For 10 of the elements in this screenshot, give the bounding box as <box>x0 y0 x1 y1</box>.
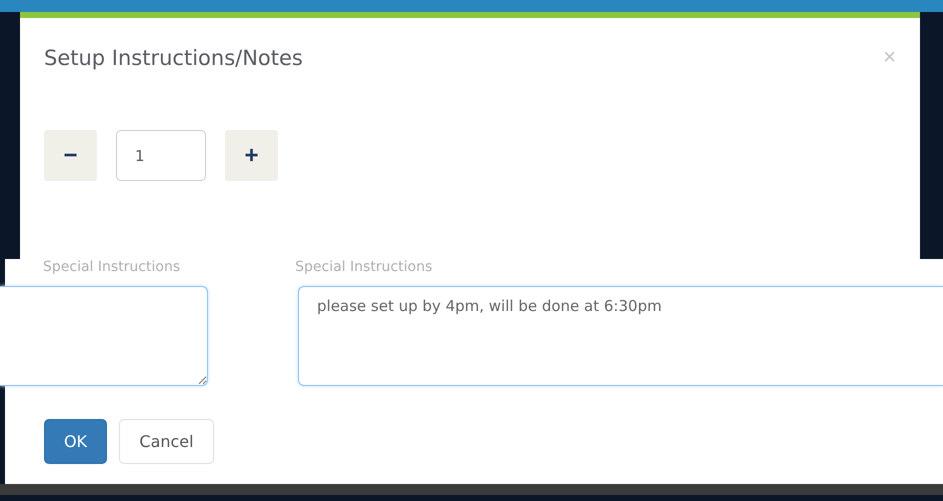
ok-button[interactable]: OK <box>44 419 107 464</box>
instructions-field[interactable]: please set up by 4pm, will be done at 6:30pm <box>298 286 943 386</box>
cancel-button[interactable]: Cancel <box>119 419 214 464</box>
field-label: Special Instructions <box>43 259 180 275</box>
quantity-field[interactable]: 1 <box>116 130 206 181</box>
dialog-title: Setup Instructions/Notes <box>44 46 303 70</box>
decrement-button[interactable]: − <box>44 130 97 181</box>
instructions-field[interactable] <box>0 286 208 386</box>
increment-button[interactable]: + <box>225 130 278 181</box>
field-label: Special Instructions <box>295 259 432 275</box>
